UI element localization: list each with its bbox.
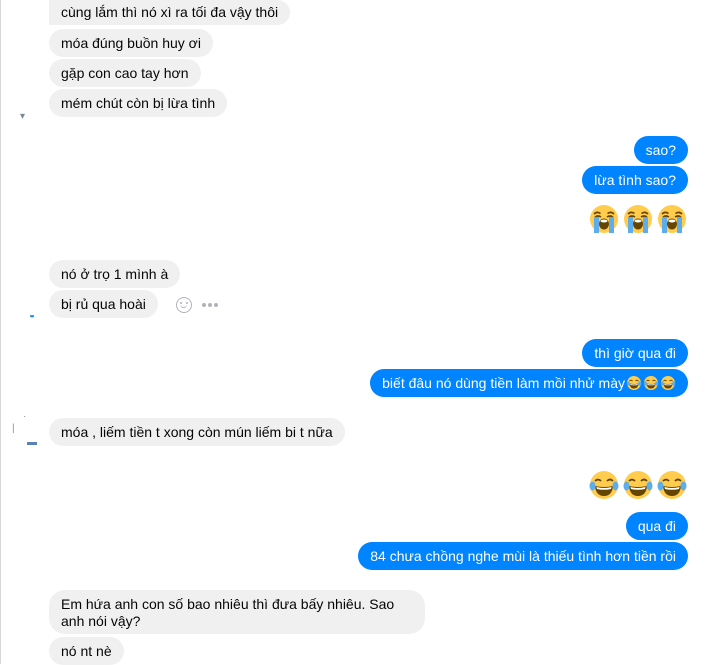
more-dots-icon[interactable] xyxy=(202,303,218,307)
tears-of-joy-emoji xyxy=(588,469,620,501)
tears-of-joy-emoji xyxy=(660,375,676,391)
message-incoming[interactable]: gặp con cao tay hơn xyxy=(49,59,201,87)
message-incoming[interactable]: nó ở trọ 1 mình à xyxy=(49,260,181,288)
message-outgoing[interactable]: lừa tình sao? xyxy=(582,166,688,194)
message-incoming[interactable]: bị rủ qua hoài xyxy=(49,290,158,318)
message-outgoing[interactable]: thì giờ qua đi xyxy=(582,339,688,367)
message-actions xyxy=(176,297,218,313)
message-incoming[interactable]: cùng lắm thì nó xì ra tối đa vậy thôi xyxy=(49,0,291,25)
message-incoming[interactable]: mém chút còn bị lừa tình xyxy=(49,89,228,117)
loudly-crying-face-emoji xyxy=(588,203,620,235)
seen-avatar-fragment: ◒ xyxy=(29,310,36,321)
loudly-crying-face-emoji xyxy=(622,203,654,235)
smiley-react-icon[interactable] xyxy=(176,297,192,313)
emoji-message[interactable] xyxy=(588,469,688,501)
emoji-message[interactable] xyxy=(588,203,688,235)
message-incoming[interactable]: nó nt nè xyxy=(49,637,124,665)
window-left-border xyxy=(0,0,1,664)
message-outgoing[interactable]: 84 chưa chồng nghe mùi là thiếu tình hơn… xyxy=(358,542,688,570)
message-text: biết đâu nó dùng tiền làm mồi nhử mày xyxy=(382,375,625,391)
tears-of-joy-emoji xyxy=(656,469,688,501)
message-outgoing[interactable]: biết đâu nó dùng tiền làm mồi nhử mày xyxy=(370,369,688,397)
avatar-fragment: ▾ xyxy=(20,111,26,122)
avatar-fragment: · xyxy=(23,411,27,422)
message-incoming[interactable]: móa đúng buồn huy ơi xyxy=(49,29,213,57)
message-incoming[interactable]: móa , liếm tiền t xong còn mún liếm bi t… xyxy=(49,418,345,446)
message-outgoing[interactable]: qua đi xyxy=(625,512,688,540)
tears-of-joy-emoji xyxy=(622,469,654,501)
loudly-crying-face-emoji xyxy=(656,203,688,235)
message-incoming[interactable]: Em hứa anh con số bao nhiêu thì đưa bấy … xyxy=(49,590,425,634)
tears-of-joy-emoji xyxy=(643,375,659,391)
message-outgoing[interactable]: sao? xyxy=(633,136,688,164)
avatar-fragment: | xyxy=(12,423,15,434)
avatar-fragment: ▬ xyxy=(27,437,37,448)
tears-of-joy-emoji xyxy=(626,375,642,391)
